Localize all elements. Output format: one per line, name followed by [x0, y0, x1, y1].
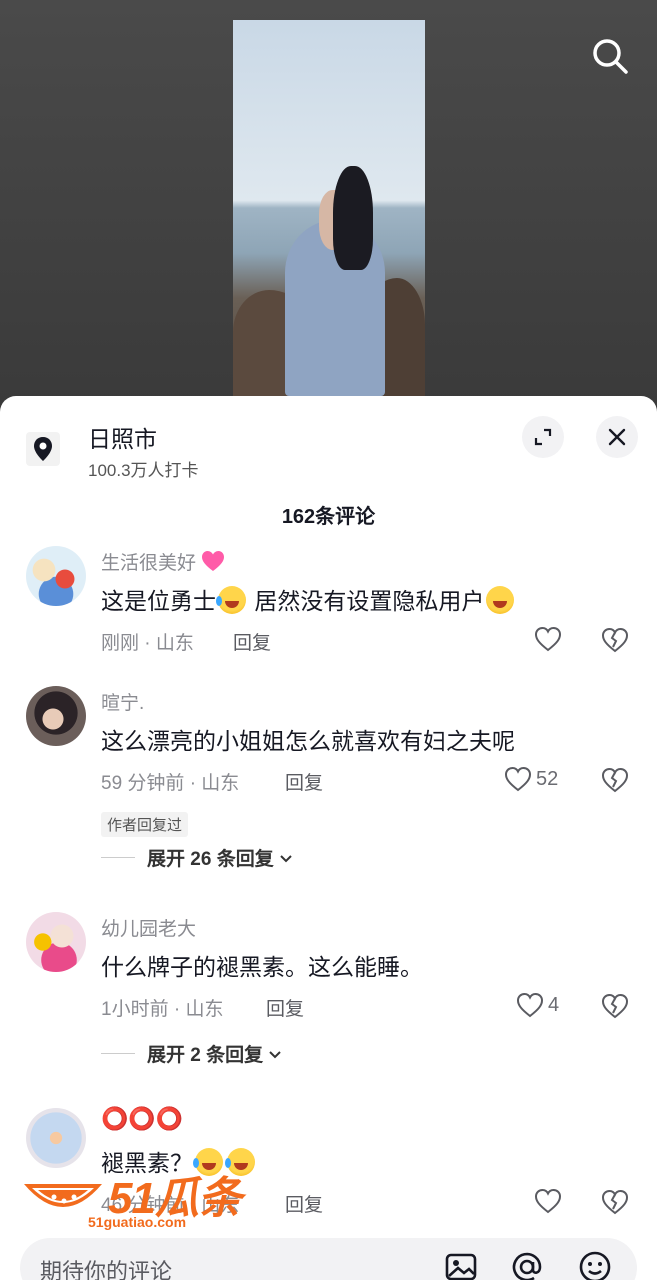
reply-button[interactable]: 回复: [285, 768, 323, 795]
comment-meta: 1小时前 · 山东: [101, 999, 224, 1020]
expand-replies-button[interactable]: 展开 2 条回复: [101, 1040, 284, 1067]
location-pin-icon: [26, 432, 60, 466]
expand-button[interactable]: [522, 416, 564, 458]
heart-outline-icon: [534, 626, 562, 652]
comment-text: 这是位勇士 居然没有设置隐私用户: [101, 582, 516, 616]
avatar[interactable]: [26, 1108, 86, 1168]
comment-username[interactable]: ⭕⭕⭕: [101, 1106, 183, 1132]
mention-at-icon[interactable]: [510, 1250, 544, 1280]
dislike-broken-heart-icon[interactable]: [601, 1188, 629, 1216]
heart-outline-icon: [534, 1188, 562, 1214]
figure-hair: [333, 166, 373, 270]
comment-sheet: 日照市 100.3万人打卡 162条评论 生活很美好 这是位勇士 居然没有设置隐…: [0, 396, 657, 1280]
like-count: 4: [548, 993, 560, 1016]
username-text[interactable]: 生活很美好: [101, 553, 196, 574]
comment-input[interactable]: 期待你的评论: [40, 1254, 172, 1280]
divider-line: [101, 857, 135, 858]
avatar[interactable]: [26, 546, 86, 606]
grin-sweat-emoji-icon: [486, 586, 515, 614]
like-button[interactable]: [534, 1188, 562, 1214]
comment-input-bar[interactable]: 期待你的评论: [20, 1238, 637, 1280]
location-header[interactable]: 日照市 100.3万人打卡: [0, 396, 657, 486]
location-name[interactable]: 日照市: [88, 420, 157, 454]
expand-replies-label[interactable]: 展开 2 条回复: [147, 1040, 263, 1067]
avatar[interactable]: [26, 686, 86, 746]
divider-line: [101, 1053, 135, 1054]
dislike-broken-heart-icon[interactable]: [601, 626, 629, 654]
comment-item: 暄宁. 这么漂亮的小姐姐怎么就喜欢有妇之夫呢 59 分钟前 · 山东 回复 52…: [0, 686, 657, 886]
author-replied-tag: 作者回复过: [101, 812, 189, 837]
close-icon: [608, 428, 626, 446]
laughing-tears-emoji-icon: [216, 586, 246, 614]
reply-button[interactable]: 回复: [233, 628, 271, 655]
expand-icon: [534, 428, 552, 446]
watermark-url: 51guatiao.com: [88, 1214, 187, 1230]
comment-count: 162条评论: [281, 506, 376, 528]
sparkling-heart-icon: [202, 551, 225, 571]
close-button[interactable]: [596, 416, 638, 458]
image-icon[interactable]: [444, 1250, 478, 1280]
chevron-down-icon: [269, 1050, 281, 1058]
reply-button[interactable]: 回复: [285, 1190, 323, 1217]
like-count: 52: [536, 767, 559, 790]
emoji-smile-icon[interactable]: [578, 1250, 612, 1280]
expand-replies-button[interactable]: 展开 26 条回复: [101, 844, 295, 871]
like-button[interactable]: [534, 626, 562, 652]
comment-meta: 59 分钟前 · 山东: [101, 773, 240, 794]
like-button[interactable]: 4: [516, 992, 559, 1018]
dislike-broken-heart-icon[interactable]: [601, 992, 629, 1020]
expand-replies-label[interactable]: 展开 26 条回复: [147, 844, 274, 871]
chevron-down-icon: [279, 854, 292, 862]
comment-item: 幼儿园老大 什么牌子的褪黑素。这么能睡。 1小时前 · 山东 回复 4 展开 2…: [0, 912, 657, 1082]
dislike-broken-heart-icon[interactable]: [601, 766, 629, 794]
location-checkins: 100.3万人打卡: [88, 461, 199, 480]
reply-button[interactable]: 回复: [266, 994, 304, 1021]
comment-text-part: 居然没有设置隐私用户: [248, 588, 485, 614]
search-icon[interactable]: [590, 36, 630, 76]
comment-meta: 刚刚 · 山东: [101, 633, 194, 654]
comment-text-part: 这是位勇士: [101, 588, 216, 614]
video-background: [0, 0, 657, 410]
like-button[interactable]: 52: [504, 766, 558, 792]
heart-outline-icon: [516, 992, 544, 1018]
comment-username[interactable]: 暄宁.: [101, 688, 144, 715]
avatar[interactable]: [26, 912, 86, 972]
video-thumbnail[interactable]: [233, 20, 425, 396]
comment-text: 这么漂亮的小姐姐怎么就喜欢有妇之夫呢: [101, 728, 515, 754]
heart-outline-icon: [504, 766, 532, 792]
comment-username[interactable]: 生活很美好: [101, 548, 225, 575]
comment-text: 什么牌子的褪黑素。这么能睡。: [101, 954, 423, 980]
comment-item: 生活很美好 这是位勇士 居然没有设置隐私用户 刚刚 · 山东 回复: [0, 546, 657, 656]
site-watermark: 51瓜条 51guatiao.com: [20, 1162, 270, 1234]
comment-username[interactable]: 幼儿园老大: [101, 914, 196, 941]
